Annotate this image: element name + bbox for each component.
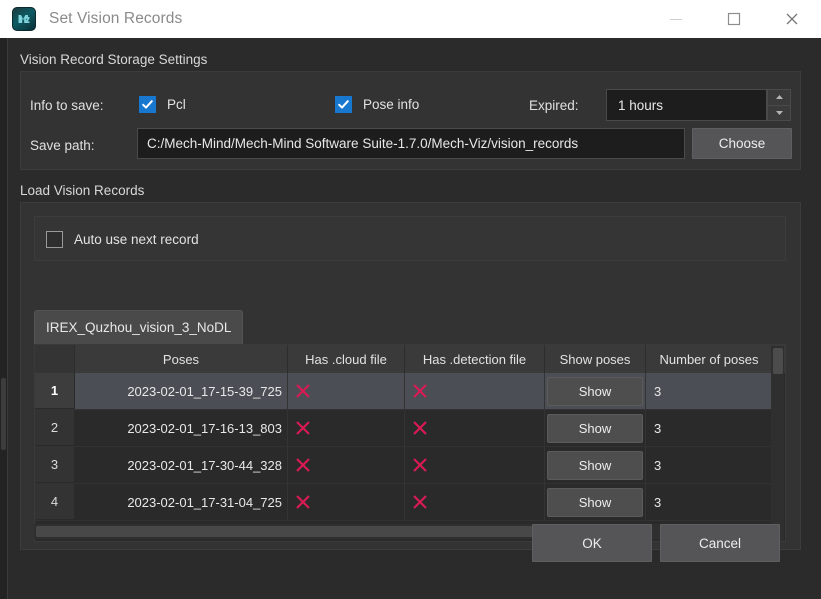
cell-has-detection-file <box>405 410 545 446</box>
maximize-button[interactable] <box>705 0 763 38</box>
x-mark-icon <box>413 421 427 435</box>
expired-spin-buttons[interactable] <box>767 89 791 121</box>
table-header-number-of-poses[interactable]: Number of poses <box>646 345 773 373</box>
app-logo-icon <box>12 7 36 31</box>
x-mark-icon <box>296 458 310 472</box>
cell-has-cloud-file <box>288 484 405 520</box>
x-mark-icon <box>413 458 427 472</box>
row-index[interactable]: 3 <box>35 447 75 483</box>
show-poses-button[interactable]: Show <box>547 376 643 406</box>
cell-show-poses: Show <box>545 373 646 409</box>
window-controls <box>647 0 821 38</box>
checkbox-auto-use-next-record[interactable]: Auto use next record <box>46 231 199 248</box>
minimize-button[interactable] <box>647 0 705 38</box>
show-poses-button[interactable]: Show <box>547 487 643 517</box>
dialog-body: Vision Record Storage Settings Info to s… <box>0 38 821 599</box>
row-index[interactable]: 2 <box>35 410 75 446</box>
checkbox-auto-use-next-record-label: Auto use next record <box>74 232 199 247</box>
checkbox-pose-info-box[interactable] <box>335 96 352 113</box>
checkbox-pose-info-label: Pose info <box>363 97 420 112</box>
checkbox-pose-info[interactable]: Pose info <box>335 96 419 113</box>
table-vertical-scrollbar-thumb[interactable] <box>773 348 783 374</box>
expired-spinbox[interactable]: 1 hours <box>606 89 791 121</box>
cell-show-poses: Show <box>545 447 646 483</box>
show-poses-button[interactable]: Show <box>547 413 643 443</box>
cell-has-cloud-file <box>288 447 405 483</box>
table-row[interactable]: 2 2023-02-01_17-16-13_803 Show 3 <box>35 410 785 447</box>
x-mark-icon <box>296 495 310 509</box>
cell-number-of-poses: 3 <box>646 410 773 446</box>
close-button[interactable] <box>763 0 821 38</box>
cell-has-detection-file <box>405 373 545 409</box>
table-row[interactable]: 1 2023-02-01_17-15-39_725 Show 3 <box>35 373 785 410</box>
spin-up-icon[interactable] <box>767 89 791 106</box>
table-row[interactable]: 3 2023-02-01_17-30-44_328 Show 3 <box>35 447 785 484</box>
save-path-input[interactable]: C:/Mech-Mind/Mech-Mind Software Suite-1.… <box>137 128 685 159</box>
cell-poses: 2023-02-01_17-16-13_803 <box>75 410 288 446</box>
row-index[interactable]: 1 <box>35 373 75 409</box>
cell-poses: 2023-02-01_17-31-04_725 <box>75 484 288 520</box>
ok-button[interactable]: OK <box>532 524 652 562</box>
cell-show-poses: Show <box>545 410 646 446</box>
table-header-corner <box>35 345 75 373</box>
table-header-poses[interactable]: Poses <box>75 345 288 373</box>
table-header-show-poses[interactable]: Show poses <box>545 345 646 373</box>
cell-show-poses: Show <box>545 484 646 520</box>
cell-has-detection-file <box>405 484 545 520</box>
left-edge-scrollbar[interactable] <box>0 38 8 599</box>
set-vision-records-dialog: Set Vision Records Vision Record Storage… <box>0 0 821 599</box>
checkbox-pcl-label: Pcl <box>167 97 186 112</box>
cell-poses: 2023-02-01_17-15-39_725 <box>75 373 288 409</box>
table-header-has-cloud-file[interactable]: Has .cloud file <box>288 345 405 373</box>
cell-number-of-poses: 3 <box>646 484 773 520</box>
tab-irex-quzhou-vision-3-nodl[interactable]: IREX_Quzhou_vision_3_NoDL <box>34 310 244 344</box>
cell-number-of-poses: 3 <box>646 447 773 483</box>
cell-has-cloud-file <box>288 373 405 409</box>
checkbox-pcl-box[interactable] <box>139 96 156 113</box>
load-section-title: Load Vision Records <box>20 183 145 198</box>
expired-label: Expired: <box>529 98 579 113</box>
spin-down-icon[interactable] <box>767 105 791 121</box>
checkbox-pcl[interactable]: Pcl <box>139 96 186 113</box>
cell-poses: 2023-02-01_17-30-44_328 <box>75 447 288 483</box>
x-mark-icon <box>413 495 427 509</box>
cancel-button[interactable]: Cancel <box>660 524 780 562</box>
cell-has-cloud-file <box>288 410 405 446</box>
storage-section-title: Vision Record Storage Settings <box>20 52 208 67</box>
left-edge-scrollbar-thumb[interactable] <box>1 378 6 450</box>
choose-button[interactable]: Choose <box>692 128 792 159</box>
row-index[interactable]: 4 <box>35 484 75 520</box>
table-vertical-scrollbar[interactable] <box>771 346 784 541</box>
x-mark-icon <box>413 384 427 398</box>
record-tab-strip: IREX_Quzhou_vision_3_NoDL <box>34 310 244 344</box>
info-to-save-label: Info to save: <box>30 98 104 113</box>
save-path-label: Save path: <box>30 138 95 153</box>
table-row[interactable]: 4 2023-02-01_17-31-04_725 Show 3 <box>35 484 785 521</box>
x-mark-icon <box>296 384 310 398</box>
show-poses-button[interactable]: Show <box>547 450 643 480</box>
cell-number-of-poses: 3 <box>646 373 773 409</box>
checkbox-auto-use-next-record-box[interactable] <box>46 231 63 248</box>
x-mark-icon <box>296 421 310 435</box>
window-title: Set Vision Records <box>49 10 183 27</box>
title-bar: Set Vision Records <box>0 0 821 38</box>
expired-value[interactable]: 1 hours <box>606 89 767 121</box>
vision-records-table: Poses Has .cloud file Has .detection fil… <box>34 344 786 542</box>
table-header-has-detection-file[interactable]: Has .detection file <box>405 345 545 373</box>
cell-has-detection-file <box>405 447 545 483</box>
table-header-row: Poses Has .cloud file Has .detection fil… <box>35 345 785 373</box>
